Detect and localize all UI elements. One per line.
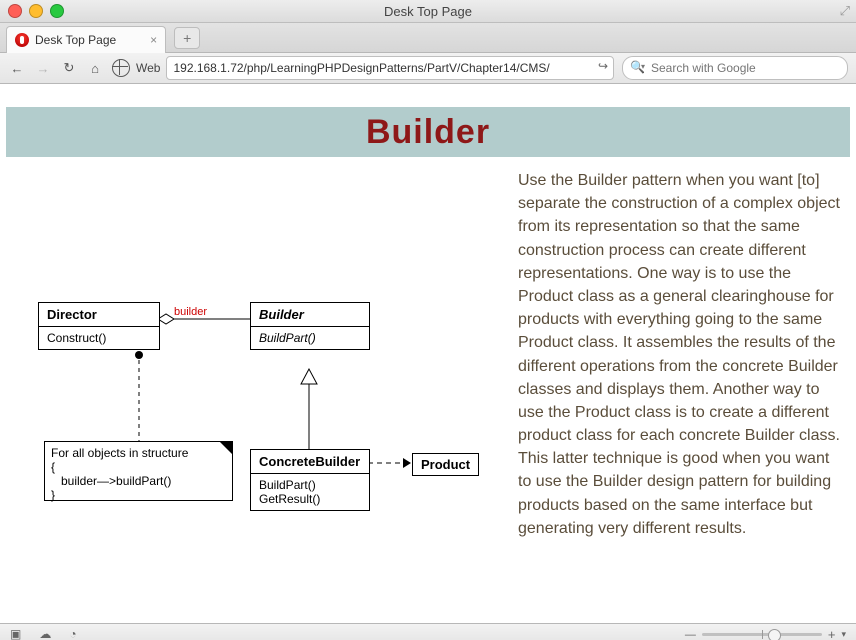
web-label: Web: [136, 61, 160, 75]
description-text: Use the Builder pattern when you want [t…: [518, 169, 850, 609]
uml-builder-method: BuildPart(): [251, 327, 369, 349]
globe-icon: [112, 59, 130, 77]
uml-director-method: Construct(): [39, 327, 159, 349]
go-icon[interactable]: ↪: [598, 59, 608, 73]
status-bar: ▣ ☁ ◔ — + ▾: [0, 623, 856, 640]
panel-icon[interactable]: ▣: [10, 627, 21, 640]
search-input[interactable]: [622, 56, 848, 80]
uml-class-builder: Builder BuildPart(): [250, 302, 370, 350]
address-bar[interactable]: [166, 56, 614, 80]
tab-close-icon[interactable]: ×: [150, 33, 157, 47]
turbo-icon[interactable]: ◔: [69, 627, 76, 640]
zoom-thumb[interactable]: [768, 629, 781, 640]
zoom-slider[interactable]: [702, 633, 822, 636]
tab-title: Desk Top Page: [35, 33, 116, 47]
search-engine-dropdown-icon[interactable]: ▾: [641, 62, 645, 71]
window-titlebar: Desk Top Page ⤢: [0, 0, 856, 23]
zoom-dropdown-icon[interactable]: ▾: [841, 629, 846, 640]
uml-assoc-label: builder: [174, 306, 207, 318]
uml-concrete-method1: BuildPart(): [251, 474, 369, 492]
window-title: Desk Top Page: [0, 4, 856, 19]
tab-strip: Desk Top Page × +: [0, 23, 856, 53]
note-line1: For all objects in structure: [51, 446, 226, 460]
note-line3: builder—>buildPart(): [51, 474, 226, 488]
uml-note: For all objects in structure { builder—>…: [44, 441, 233, 501]
zoom-out-icon[interactable]: —: [685, 629, 696, 640]
zoom-in-icon[interactable]: +: [828, 627, 836, 640]
home-button[interactable]: ⌂: [86, 61, 104, 76]
uml-class-director: Director Construct(): [38, 302, 160, 350]
new-tab-button[interactable]: +: [174, 27, 200, 49]
uml-concrete-name: ConcreteBuilder: [251, 450, 369, 474]
reload-button[interactable]: ↻: [60, 60, 78, 76]
back-button[interactable]: ←: [8, 61, 26, 76]
uml-class-product: Product: [412, 453, 479, 476]
note-line2: {: [51, 460, 226, 474]
window-fullscreen-icon[interactable]: ⤢: [840, 3, 850, 19]
note-fold-icon: [219, 441, 233, 455]
browser-tab[interactable]: Desk Top Page ×: [6, 26, 166, 53]
uml-diagram: Director Construct() Builder BuildPart()…: [6, 169, 506, 609]
zoom-control[interactable]: — + ▾: [685, 627, 846, 640]
page-banner: Builder: [6, 107, 850, 157]
opera-icon: [15, 33, 29, 47]
note-line4: }: [51, 488, 226, 502]
uml-director-name: Director: [39, 303, 159, 327]
page-title: Builder: [366, 113, 490, 152]
diagram-connectors: [6, 169, 506, 609]
browser-toolbar: ← → ↻ ⌂ Web ↪ 🔍 ▾: [0, 53, 856, 84]
uml-concrete-method2: GetResult(): [251, 492, 369, 510]
sync-icon[interactable]: ☁: [39, 627, 51, 640]
forward-button[interactable]: →: [34, 61, 52, 76]
page-viewport: Builder Director Const: [0, 84, 856, 623]
uml-builder-name: Builder: [251, 303, 369, 327]
uml-class-concrete-builder: ConcreteBuilder BuildPart() GetResult(): [250, 449, 370, 511]
